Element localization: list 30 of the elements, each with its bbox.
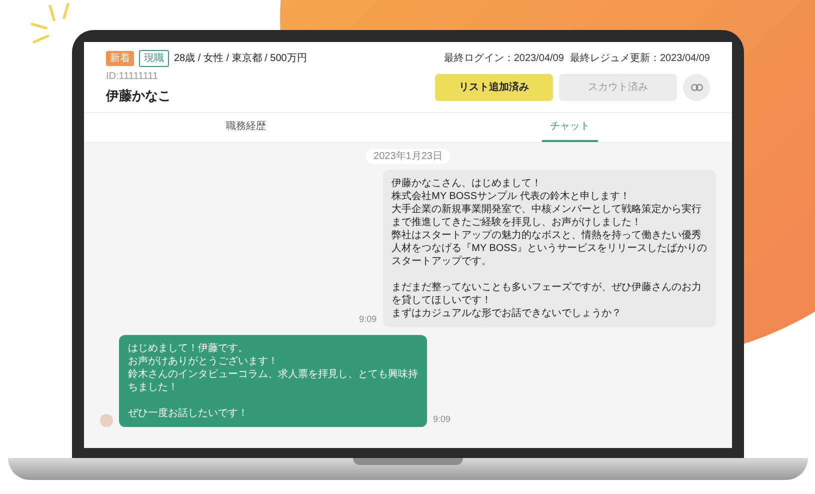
status-badge: 現職 [139,50,169,67]
message-line: お声がけありがとうございます！ [128,354,279,368]
last-resume-update-text: 最終レジュメ更新：2023/04/09 [570,52,710,66]
last-login-text: 最終ログイン：2023/04/09 [444,52,564,66]
candidate-id: ID:11111111 [106,70,160,84]
message-line: を貸してほしいです！ [392,294,493,306]
message-line: ぜひ一度お話したいです！ [128,406,249,420]
message-line: スタートアップです。 [392,254,493,268]
link-icon [690,84,702,91]
message-time: 9:09 [359,313,377,326]
message-time: 9:09 [433,413,451,426]
message-line: まだまだ整ってないことも多いフェーズですが、ぜひ伊藤さんのお力 [392,280,703,294]
message-line: 伊藤かなこさん、はじめまして！ [392,176,543,190]
avatar [100,414,113,426]
message-line: 大手企業の新規事業開発室で、中核メンバーとして戦略策定から実行 [392,202,703,216]
tab[interactable]: 職務経歴 [218,112,274,142]
list-added-button[interactable]: リスト追加済み [435,74,553,101]
message-line: 弊社はスタートアップの魅力的なボスと、情熱を持って働きたい優秀 [392,228,703,242]
link-button[interactable] [683,74,710,101]
message-line: 株式会社MY BOSSサンプル 代表の鈴木と申します！ [392,190,631,202]
message-line: はじめまして！伊藤です。 [128,342,249,354]
message-line: まで推進してきたご経験を拝見し、お声がけしました！ [392,216,643,228]
message-line: まずはカジュアルな形でお話できないでしょうか？ [392,306,623,320]
candidate-name: 伊藤かなこ [106,87,171,105]
message-line: ちました！ [128,380,179,394]
candidate-summary: 28歳 / 女性 / 東京都 / 500万円 [174,52,307,66]
message-line: 鈴木さんのインタビューコラム、求人票を拝見し、とても興味持 [128,368,418,380]
message-line: 人材をつなげる『MY BOSS』というサービスをリリースしたばかりの [392,242,707,254]
new-badge: 新着 [106,51,134,66]
date-label: 2023年1月23日 [366,148,450,164]
